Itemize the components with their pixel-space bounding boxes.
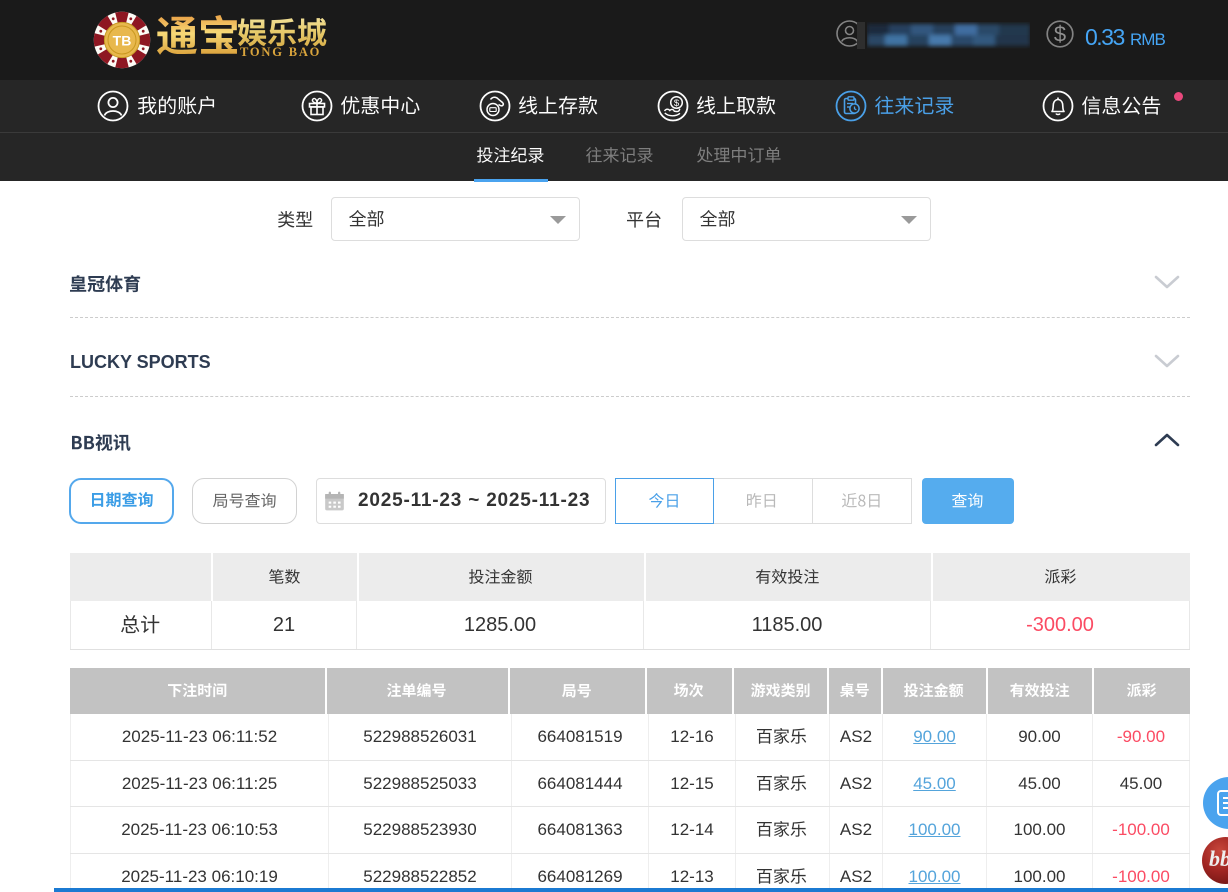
svg-text:$: $ bbox=[1054, 22, 1066, 47]
svg-text:$: $ bbox=[674, 98, 680, 109]
svg-text:TB: TB bbox=[113, 33, 132, 49]
